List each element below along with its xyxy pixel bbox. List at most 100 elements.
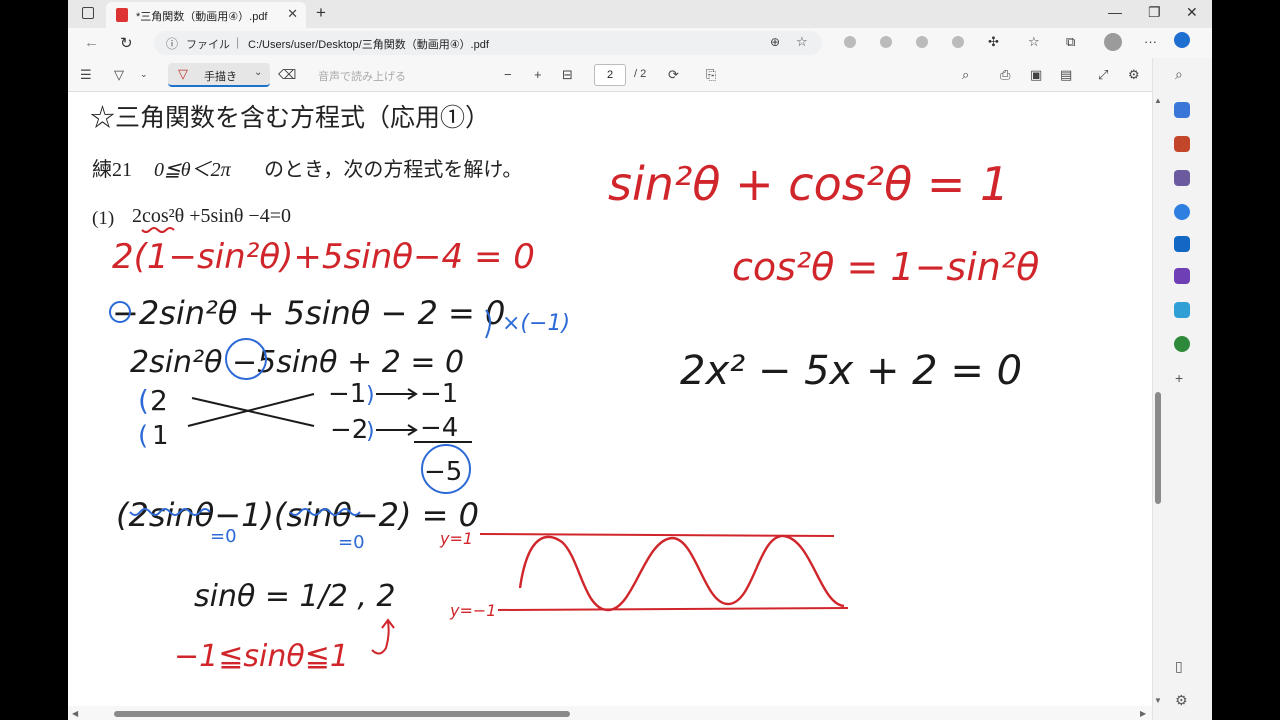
- address-url[interactable]: C:/Users/user/Desktop/三角関数（動画用④）.pdf: [248, 36, 489, 52]
- more-menu-icon[interactable]: ···: [1144, 34, 1157, 49]
- hw-step-2: −2sin²θ + 5sinθ − 2 = 0: [112, 294, 505, 332]
- pdf-page[interactable]: ☆三角関数を含む方程式（応用①） 練21 0≦θ＜2π のとき，次の方程式を解け…: [68, 92, 1152, 706]
- save-icon[interactable]: ▣: [1030, 67, 1042, 83]
- tab-title: *三角関数（動画用④）.pdf: [136, 11, 268, 23]
- tab-actions-icon[interactable]: [82, 7, 94, 19]
- extension-icon-4[interactable]: [952, 36, 964, 48]
- sine-sketch: y=1 y=−1: [439, 529, 849, 620]
- outlook-icon[interactable]: [1174, 236, 1190, 252]
- extension-icon-3[interactable]: [916, 36, 928, 48]
- shopping-tag-icon[interactable]: [1174, 102, 1190, 118]
- save-as-icon[interactable]: ▤: [1060, 67, 1072, 83]
- games-icon[interactable]: [1174, 170, 1190, 186]
- horizontal-scrollbar[interactable]: ◀ ▶: [68, 706, 1152, 720]
- address-bar[interactable]: ⓘ ファイル | C:/Users/user/Desktop/三角関数（動画用④…: [154, 31, 822, 55]
- hw-zero-a: =0: [210, 526, 237, 547]
- factor-sum: −5: [424, 457, 462, 487]
- collections-icon[interactable]: ⧉: [1066, 34, 1075, 50]
- extensions-puzzle-icon[interactable]: ✣: [988, 34, 999, 50]
- page-number-input[interactable]: 2: [594, 64, 626, 86]
- address-separator: |: [236, 35, 240, 49]
- svg-text:(: (: [138, 421, 148, 451]
- draw-button[interactable]: ▽ 手描き ⌄: [168, 63, 270, 87]
- red-underline-squiggle: [141, 227, 175, 233]
- close-window-button[interactable]: ✕: [1186, 4, 1198, 21]
- fit-page-icon[interactable]: ⊟: [562, 67, 573, 83]
- new-tab-button[interactable]: +: [316, 3, 326, 23]
- read-aloud-button[interactable]: 音声で読み上げる: [318, 68, 406, 84]
- page-total: / 2: [634, 68, 647, 80]
- page-heading: ☆三角関数を含む方程式（応用①）: [90, 104, 490, 132]
- vertical-scroll-thumb[interactable]: [1155, 392, 1161, 504]
- zoom-out-button[interactable]: −: [504, 67, 512, 82]
- edge-sidebar: ⌕ + ▯ ⚙: [1152, 32, 1212, 720]
- favorites-icon[interactable]: ☆: [1028, 34, 1040, 50]
- zoom-in-button[interactable]: +: [534, 67, 542, 82]
- pdf-toolbar: ☰ ▽ ⌄ ▽ 手描き ⌄ ⌫ 音声で読み上げる − + ⊟ 2 / 2 ⟳ ⎘…: [68, 58, 1152, 92]
- hw-step-6: −1≦sinθ≦1: [174, 639, 349, 674]
- problem-number: (1): [92, 208, 114, 229]
- zoom-icon[interactable]: ⊕: [770, 35, 780, 49]
- extension-icon-1[interactable]: [844, 36, 856, 48]
- svg-text:): ): [366, 419, 375, 444]
- tab-strip: *三角関数（動画用④）.pdf ✕ + — ❐ ✕: [68, 0, 1212, 28]
- address-scheme-label: ファイル: [186, 39, 230, 51]
- hw-identity: sin²θ + cos²θ = 1: [608, 157, 1009, 211]
- designer-icon[interactable]: [1174, 268, 1190, 284]
- svg-text:): ): [366, 383, 375, 408]
- address-row: ← ↻ ⓘ ファイル | C:/Users/user/Desktop/三角関数（…: [68, 28, 1212, 58]
- exercise-condition: 0≦θ＜2π: [154, 159, 232, 181]
- pen-icon: ▽: [178, 66, 188, 81]
- highlight-chevron-icon[interactable]: ⌄: [140, 69, 148, 80]
- minimize-button[interactable]: —: [1108, 4, 1122, 20]
- restore-button[interactable]: ❐: [1148, 4, 1161, 21]
- scroll-up-icon[interactable]: ▲: [1154, 96, 1162, 105]
- info-icon[interactable]: ⓘ: [166, 35, 178, 52]
- factor-right-top: −1: [328, 379, 366, 409]
- print-icon[interactable]: ⎙: [1000, 67, 1010, 83]
- tree-icon[interactable]: [1174, 336, 1190, 352]
- rotate-icon[interactable]: ⟳: [668, 67, 679, 83]
- add-sidebar-app-icon[interactable]: +: [1175, 370, 1183, 386]
- scroll-down-icon[interactable]: ▼: [1154, 696, 1162, 705]
- extension-icon-2[interactable]: [880, 36, 892, 48]
- refresh-icon[interactable]: ↻: [120, 34, 133, 52]
- sidebar-layout-icon[interactable]: ▯: [1175, 658, 1183, 675]
- favorite-star-icon[interactable]: ☆: [796, 34, 808, 50]
- pdf-file-icon: [116, 8, 128, 22]
- m365-icon[interactable]: [1174, 204, 1190, 220]
- tools-briefcase-icon[interactable]: [1174, 136, 1190, 152]
- settings-gear-icon[interactable]: ⚙: [1128, 67, 1140, 83]
- y-top-label: y=1: [439, 529, 473, 548]
- sidebar-settings-icon[interactable]: ⚙: [1175, 692, 1188, 709]
- profile-avatar[interactable]: [1104, 33, 1122, 51]
- page-view-icon[interactable]: ⎘: [706, 67, 716, 83]
- tab-close-icon[interactable]: ✕: [287, 6, 298, 22]
- factor-left-top: 2: [150, 384, 168, 417]
- contents-list-icon[interactable]: ☰: [80, 67, 92, 83]
- highlight-icon[interactable]: ▽: [114, 67, 124, 83]
- hw-cos-identity: cos²θ = 1−sin²θ: [732, 245, 1039, 289]
- search-icon[interactable]: ⌕: [962, 67, 969, 83]
- back-icon[interactable]: ←: [84, 34, 99, 51]
- factor-prod-top: −1: [420, 379, 458, 409]
- hw-quadratic: 2x² − 5x + 2 = 0: [680, 348, 1022, 394]
- tab-pdf[interactable]: *三角関数（動画用④）.pdf ✕: [106, 2, 306, 28]
- fullscreen-icon[interactable]: ⤢: [1098, 67, 1108, 83]
- hw-step-1: 2(1−sin²θ)+5sinθ−4 = 0: [112, 237, 535, 277]
- factor-prod-bottom: −4: [420, 413, 458, 443]
- eraser-icon[interactable]: ⌫: [278, 67, 296, 83]
- scroll-left-icon[interactable]: ◀: [72, 709, 78, 718]
- factor-cross: ( 2 ( 1 −1 −2 ) ) −1 −4 −5: [138, 379, 472, 494]
- problem-equation: 2cos²θ +5sinθ −4=0: [132, 205, 291, 227]
- draw-chevron-icon[interactable]: ⌄: [254, 67, 262, 78]
- sidebar-search-icon[interactable]: ⌕: [1175, 66, 1183, 83]
- copilot-icon[interactable]: [1174, 32, 1190, 48]
- svg-text:(: (: [138, 384, 149, 417]
- hw-step-5: sinθ = 1/2 , 2: [194, 579, 396, 614]
- scroll-right-icon[interactable]: ▶: [1140, 709, 1146, 718]
- send-icon[interactable]: [1174, 302, 1190, 318]
- horizontal-scroll-thumb[interactable]: [114, 711, 570, 717]
- exercise-instruction: のとき，次の方程式を解け。: [264, 158, 522, 181]
- hw-zero-b: =0: [338, 532, 365, 553]
